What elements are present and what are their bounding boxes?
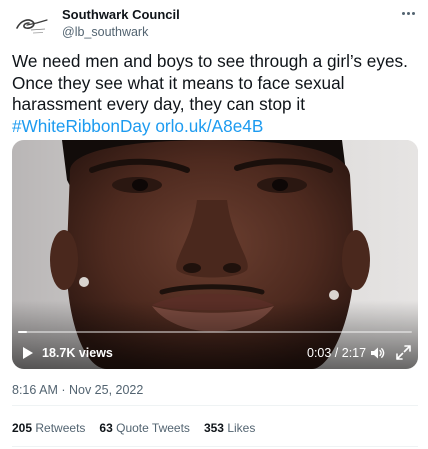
video-player[interactable]: 18.7K views 0:03 / 2:17 — [12, 140, 418, 369]
video-progress-bar[interactable] — [18, 331, 412, 333]
more-options-icon[interactable] — [398, 6, 418, 20]
retweets-stat[interactable]: 205 Retweets — [12, 421, 85, 435]
quote-tweets-label: Quote Tweets — [116, 421, 190, 435]
hashtag-link[interactable]: #WhiteRibbonDay — [12, 116, 151, 136]
retweets-label: Retweets — [35, 421, 86, 435]
video-time: 0:03 / 2:17 — [307, 346, 367, 360]
fullscreen-icon[interactable] — [396, 345, 411, 360]
quote-tweets-stat[interactable]: 63 Quote Tweets — [99, 421, 190, 435]
video-progress-fill — [18, 331, 27, 333]
url-link[interactable]: orlo.uk/A8e4B — [155, 116, 263, 136]
display-name[interactable]: Southwark Council — [62, 7, 180, 22]
retweets-count: 205 — [12, 421, 33, 435]
user-handle[interactable]: @lb_southwark — [62, 25, 148, 39]
tweet-timestamp[interactable]: 8:16 AM · Nov 25, 2022 — [12, 383, 143, 397]
likes-label: Likes — [227, 421, 256, 435]
tweet-card: Southwark Council @lb_southwark We need … — [0, 0, 428, 449]
tweet-text-line: We need men and boys to see through a gi… — [12, 51, 408, 71]
video-frame — [12, 140, 418, 369]
likes-stat[interactable]: 353 Likes — [204, 421, 255, 435]
tweet-text: We need men and boys to see through a gi… — [12, 51, 422, 137]
tweet-text-line: harassment every day, they can stop it — [12, 94, 305, 114]
volume-icon[interactable] — [369, 345, 385, 361]
tweet-text-line: Once they see what it means to face sexu… — [12, 72, 345, 93]
likes-count: 353 — [203, 421, 224, 435]
view-count: 18.7K views — [42, 346, 113, 360]
divider — [12, 405, 418, 406]
quote-tweets-count: 63 — [99, 421, 113, 435]
engagement-stats: 205 Retweets 63 Quote Tweets 353 Likes — [12, 421, 255, 435]
avatar[interactable] — [11, 6, 51, 46]
southwark-logo-icon — [16, 19, 48, 34]
divider — [12, 446, 418, 447]
play-icon[interactable] — [22, 346, 34, 360]
